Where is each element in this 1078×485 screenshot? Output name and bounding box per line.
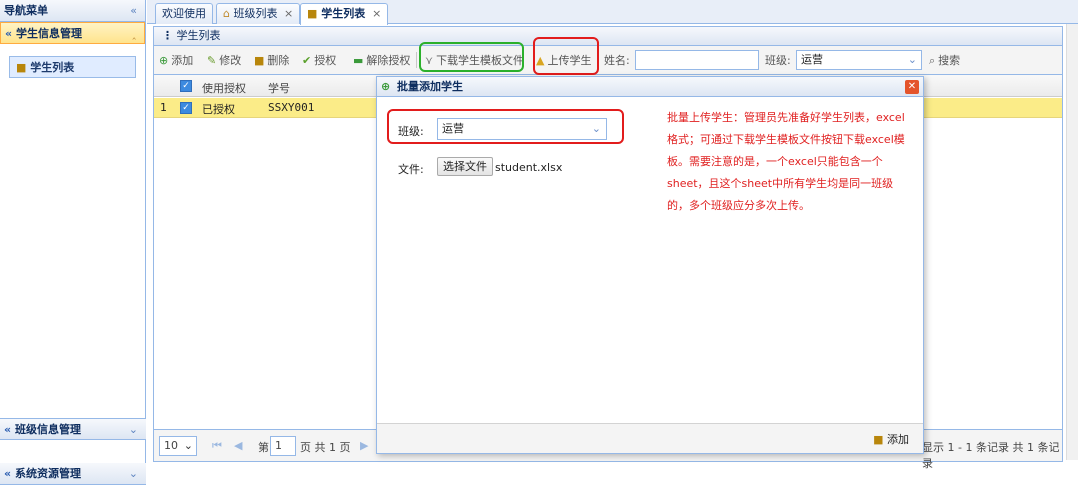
tab-bar: 欢迎使用 ⌂ 班级列表 × ■ 学生列表 × <box>147 0 1078 25</box>
add-button[interactable]: ⊕ 添加 <box>159 52 193 68</box>
sidebar-section-label: 系统资源管理 <box>14 467 81 480</box>
sidebar-section-label: 班级信息管理 <box>14 423 81 436</box>
chevron-down-icon[interactable]: ⌄ <box>129 419 138 441</box>
name-input[interactable] <box>635 50 759 70</box>
sidebar-section-system[interactable]: « 系统资源管理 ⌄ <box>0 463 146 485</box>
tab-class-list[interactable]: ⌂ 班级列表 × <box>216 3 301 24</box>
select-all-checkbox[interactable]: ✓ <box>180 80 192 92</box>
pager-summary: 显示 1 - 1 条记录 共 1 条记录 <box>922 441 1060 470</box>
drag-handle-icon: ⋮ <box>162 29 173 42</box>
sidebar-header: 导航菜单 « <box>0 0 145 22</box>
annotation-green-box <box>419 42 524 72</box>
dialog-add-button[interactable]: ■ 添加 <box>873 431 909 447</box>
edit-button[interactable]: ✎ 修改 <box>207 52 241 68</box>
authorize-label: 授权 <box>314 54 337 67</box>
tab-student-list[interactable]: ■ 学生列表 × <box>300 3 389 25</box>
sidebar: 导航菜单 « « 学生信息管理 ‸ ■ 学生列表 <box>0 0 146 470</box>
scrollbar[interactable] <box>1066 24 1078 460</box>
column-header-auth: 使用授权 <box>202 82 246 95</box>
row-checkbox[interactable]: ✓ <box>180 102 192 114</box>
double-chevron-left-icon: « <box>4 467 12 480</box>
delete-label: 删除 <box>267 54 290 67</box>
page-number-input[interactable]: 1 <box>270 436 296 456</box>
annotation-red-box <box>533 37 599 75</box>
close-icon[interactable]: ✕ <box>905 80 919 94</box>
dialog-footer: ■ 添加 <box>377 423 923 453</box>
tab-label: 学生列表 <box>321 7 366 20</box>
plus-circle-icon: ⊕ <box>381 80 391 93</box>
file-name: student.xlsx <box>495 161 563 174</box>
tab-welcome[interactable]: 欢迎使用 <box>155 3 213 24</box>
edit-label: 修改 <box>219 54 242 67</box>
page-size-value: 10 <box>164 439 178 452</box>
sidebar-section-class[interactable]: « 班级信息管理 ⌄ <box>0 418 146 440</box>
pencil-icon: ✎ <box>207 54 217 67</box>
cell-auth: 已授权 <box>202 103 235 116</box>
tab-label: 欢迎使用 <box>162 7 206 20</box>
home-icon: ⌂ <box>223 7 230 20</box>
chevron-up-icon[interactable]: ‸ <box>132 23 136 45</box>
annotation-red-box <box>387 109 624 144</box>
double-chevron-left-icon: « <box>4 423 12 436</box>
panel-header: ⋮ 学生列表 <box>153 26 1063 46</box>
check-icon: ✔ <box>302 54 312 67</box>
close-icon[interactable]: × <box>284 7 293 20</box>
user-icon: ■ <box>16 61 27 74</box>
first-page-icon[interactable]: ⏮ <box>212 439 222 453</box>
page-prefix: 第 <box>258 441 269 454</box>
chevron-down-icon[interactable]: ⌄ <box>908 51 917 69</box>
sidebar-item-label: 学生列表 <box>30 61 75 74</box>
dialog-title: 批量添加学生 <box>397 80 463 93</box>
page-suffix: 页 共 1 页 <box>300 441 351 454</box>
tab-label: 班级列表 <box>233 7 278 20</box>
sidebar-title: 导航菜单 <box>4 4 48 17</box>
collapse-icon[interactable]: « <box>130 0 137 22</box>
chevron-down-icon: ⌄ <box>183 439 193 452</box>
cell-student-no: SSXY001 <box>268 101 315 114</box>
instruction-note: 批量上传学生：管理员先准备好学生列表，excel格式；可通过下载学生模板文件按钮… <box>667 111 905 212</box>
chevron-down-icon[interactable]: ⌄ <box>129 463 138 485</box>
revoke-label: 解除授权 <box>366 54 411 67</box>
dialog-file-label: 文件: <box>398 163 424 176</box>
next-page-icon[interactable]: ▶ <box>360 439 368 452</box>
user-remove-icon: ■ <box>254 54 265 67</box>
prev-page-icon[interactable]: ◀ <box>234 439 242 452</box>
authorize-button[interactable]: ✔ 授权 <box>302 52 336 68</box>
dialog-header: ⊕ 批量添加学生 ✕ <box>377 77 923 97</box>
close-icon[interactable]: × <box>372 7 381 20</box>
choose-file-button[interactable]: 选择文件 <box>437 157 493 176</box>
search-button[interactable]: ⌕ 搜索 <box>929 52 960 68</box>
panel-title: 学生列表 <box>176 29 221 42</box>
add-label: 添加 <box>171 54 194 67</box>
delete-button[interactable]: ■ 删除 <box>254 52 289 68</box>
sidebar-section-student[interactable]: « 学生信息管理 ‸ <box>0 22 145 44</box>
search-label: 搜索 <box>938 54 961 67</box>
class-label: 班级: <box>765 54 791 67</box>
search-icon: ⌕ <box>929 54 936 67</box>
sidebar-section-label: 学生信息管理 <box>15 27 82 40</box>
double-chevron-left-icon: « <box>5 27 13 40</box>
page-size-select[interactable]: 10 ⌄ <box>159 436 197 456</box>
class-select[interactable]: 运营 ⌄ <box>796 50 922 70</box>
name-label: 姓名: <box>604 54 630 67</box>
row-index: 1 <box>160 101 167 114</box>
class-select-value: 运营 <box>801 53 823 66</box>
column-header-student-no: 学号 <box>268 82 290 95</box>
toolbar: ⊕ 添加 ✎ 修改 ■ 删除 ✔ 授权 ▬ 解除授权 ⋎ 下载学生模板文件 ▲ 上传学生 姓名… <box>153 46 1063 75</box>
user-add-icon: ■ <box>873 433 884 446</box>
revoke-button[interactable]: ▬ 解除授权 <box>353 52 410 68</box>
plus-icon: ⊕ <box>159 54 169 67</box>
toolbar-separator <box>416 52 417 68</box>
dialog-add-label: 添加 <box>887 433 909 446</box>
minus-icon: ▬ <box>353 54 364 67</box>
sidebar-item-student-list[interactable]: ■ 学生列表 <box>9 56 136 78</box>
user-icon: ■ <box>307 7 318 20</box>
